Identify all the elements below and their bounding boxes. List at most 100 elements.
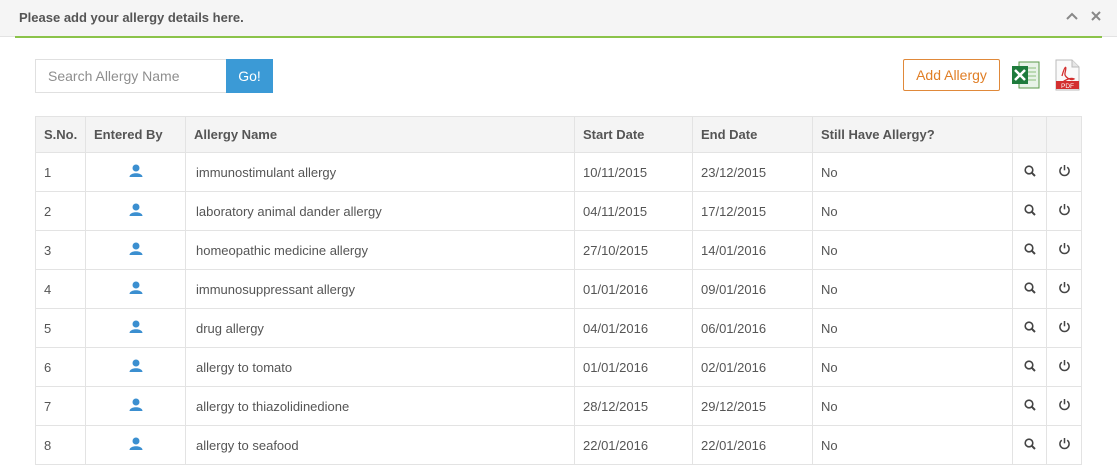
search-icon[interactable] (1023, 243, 1036, 258)
col-header-view (1012, 116, 1047, 153)
power-icon[interactable] (1058, 164, 1071, 180)
cell-still-have: No (812, 191, 1013, 231)
search-icon[interactable] (1023, 399, 1036, 414)
cell-sno: 1 (35, 152, 86, 192)
panel-header-controls (1065, 9, 1103, 23)
power-icon[interactable] (1058, 242, 1071, 258)
panel-title: Please add your allergy details here. (19, 10, 244, 25)
cell-allergy-name: homeopathic medicine allergy (185, 230, 575, 270)
search-icon[interactable] (1023, 360, 1036, 375)
deactivate-button[interactable] (1046, 386, 1082, 426)
power-icon[interactable] (1058, 320, 1071, 336)
cell-sno: 7 (35, 386, 86, 426)
cell-still-have: No (812, 152, 1013, 192)
table-row: 3 homeopathic medicine allergy 27/10/201… (35, 230, 1082, 270)
cell-entered-by (85, 386, 186, 426)
col-header-start-date: Start Date (574, 116, 693, 153)
cell-allergy-name: allergy to tomato (185, 347, 575, 387)
cell-start-date: 28/12/2015 (574, 386, 693, 426)
search-icon[interactable] (1023, 282, 1036, 297)
view-button[interactable] (1012, 191, 1047, 231)
excel-icon[interactable] (1010, 59, 1042, 91)
user-icon (129, 281, 143, 297)
cell-entered-by (85, 269, 186, 309)
view-button[interactable] (1012, 386, 1047, 426)
search-input[interactable] (35, 59, 240, 93)
cell-end-date: 29/12/2015 (692, 386, 813, 426)
user-icon (129, 437, 143, 453)
deactivate-button[interactable] (1046, 230, 1082, 270)
table-row: 4 immunosuppressant allergy 01/01/2016 0… (35, 269, 1082, 309)
power-icon[interactable] (1058, 359, 1071, 375)
user-icon (129, 164, 143, 180)
deactivate-button[interactable] (1046, 152, 1082, 192)
chevron-up-icon[interactable] (1065, 9, 1079, 23)
cell-end-date: 06/01/2016 (692, 308, 813, 348)
user-icon (129, 320, 143, 336)
power-icon[interactable] (1058, 437, 1071, 453)
cell-still-have: No (812, 230, 1013, 270)
table-row: 7 allergy to thiazolidinedione 28/12/201… (35, 386, 1082, 426)
user-icon (129, 398, 143, 414)
deactivate-button[interactable] (1046, 269, 1082, 309)
table-row: 2 laboratory animal dander allergy 04/11… (35, 191, 1082, 231)
deactivate-button[interactable] (1046, 191, 1082, 231)
cell-end-date: 17/12/2015 (692, 191, 813, 231)
svg-text:PDF: PDF (1061, 83, 1074, 90)
search-icon[interactable] (1023, 165, 1036, 180)
cell-still-have: No (812, 386, 1013, 426)
cell-start-date: 04/11/2015 (574, 191, 693, 231)
pdf-icon[interactable]: PDF (1053, 59, 1081, 91)
panel-accent-bar (15, 36, 1102, 38)
cell-end-date: 02/01/2016 (692, 347, 813, 387)
add-allergy-button[interactable]: Add Allergy (903, 59, 1000, 91)
cell-entered-by (85, 230, 186, 270)
cell-sno: 5 (35, 308, 86, 348)
view-button[interactable] (1012, 269, 1047, 309)
col-header-end-date: End Date (692, 116, 813, 153)
cell-entered-by (85, 152, 186, 192)
view-button[interactable] (1012, 308, 1047, 348)
cell-allergy-name: immunosuppressant allergy (185, 269, 575, 309)
search-icon[interactable] (1023, 321, 1036, 336)
go-button[interactable]: Go! (226, 59, 273, 93)
view-button[interactable] (1012, 347, 1047, 387)
cell-allergy-name: drug allergy (185, 308, 575, 348)
cell-still-have: No (812, 269, 1013, 309)
user-icon (129, 203, 143, 219)
user-icon (129, 242, 143, 258)
user-icon (129, 359, 143, 375)
cell-entered-by (85, 347, 186, 387)
power-icon[interactable] (1058, 203, 1071, 219)
panel-header: Please add your allergy details here. (0, 0, 1117, 37)
cell-entered-by (85, 308, 186, 348)
cell-sno: 2 (35, 191, 86, 231)
col-header-still-have: Still Have Allergy? (812, 116, 1013, 153)
cell-sno: 4 (35, 269, 86, 309)
cell-entered-by (85, 191, 186, 231)
power-icon[interactable] (1058, 281, 1071, 297)
cell-start-date: 27/10/2015 (574, 230, 693, 270)
col-header-deactivate (1046, 116, 1082, 153)
cell-allergy-name: allergy to thiazolidinedione (185, 386, 575, 426)
deactivate-button[interactable] (1046, 347, 1082, 387)
cell-start-date: 10/11/2015 (574, 152, 693, 192)
cell-end-date: 09/01/2016 (692, 269, 813, 309)
cell-end-date: 23/12/2015 (692, 152, 813, 192)
cell-start-date: 04/01/2016 (574, 308, 693, 348)
toolbar: Go! Add Allergy PDF (35, 59, 1081, 93)
cell-end-date: 14/01/2016 (692, 230, 813, 270)
power-icon[interactable] (1058, 398, 1071, 414)
cell-sno: 6 (35, 347, 86, 387)
view-button[interactable] (1012, 152, 1047, 192)
allergy-table: S.No. Entered By Allergy Name Start Date… (35, 116, 1082, 465)
cell-allergy-name: laboratory animal dander allergy (185, 191, 575, 231)
deactivate-button[interactable] (1046, 308, 1082, 348)
close-icon[interactable] (1089, 9, 1103, 23)
cell-sno: 3 (35, 230, 86, 270)
search-icon[interactable] (1023, 438, 1036, 453)
col-header-sno: S.No. (35, 116, 86, 153)
cell-start-date: 01/01/2016 (574, 347, 693, 387)
view-button[interactable] (1012, 230, 1047, 270)
search-icon[interactable] (1023, 204, 1036, 219)
